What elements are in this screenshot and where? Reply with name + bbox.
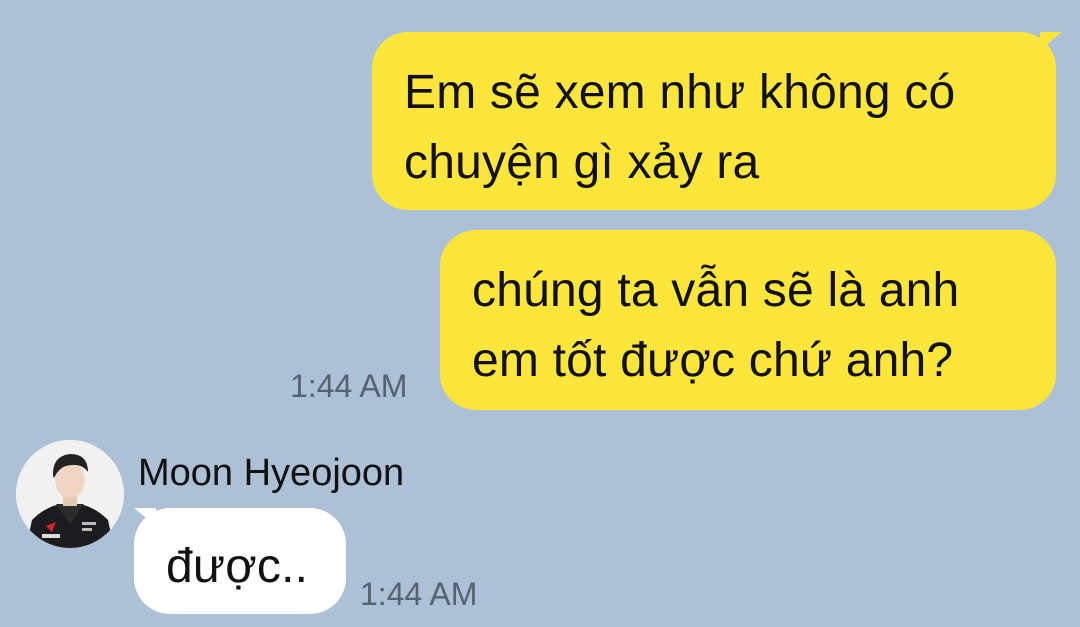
message-text-line: được.. (166, 540, 309, 593)
outgoing-message-bubble[interactable]: Em sẽ xem như không có chuyện gì xảy ra (372, 32, 1056, 210)
bubble-tail (1040, 32, 1062, 50)
outgoing-message-bubble[interactable]: chúng ta vẫn sẽ là anh em tốt được chứ a… (440, 230, 1056, 410)
message-text-line: chuyện gì xảy ra (404, 136, 760, 190)
chat-conversation[interactable]: Em sẽ xem như không có chuyện gì xảy ra … (0, 0, 1080, 627)
message-text-line: em tốt được chứ anh? (472, 334, 954, 388)
profile-photo-icon (16, 440, 124, 548)
incoming-message-bubble[interactable]: được.. (134, 508, 346, 614)
message-text-line: Em sẽ xem như không có (404, 66, 956, 119)
sender-avatar[interactable] (16, 440, 124, 548)
message-timestamp: 1:44 AM (290, 368, 408, 404)
message-timestamp: 1:44 AM (360, 576, 478, 612)
bubble-tail (134, 508, 156, 526)
message-text-line: chúng ta vẫn sẽ là anh (472, 264, 960, 317)
sender-name: Moon Hyeojoon (138, 452, 405, 494)
